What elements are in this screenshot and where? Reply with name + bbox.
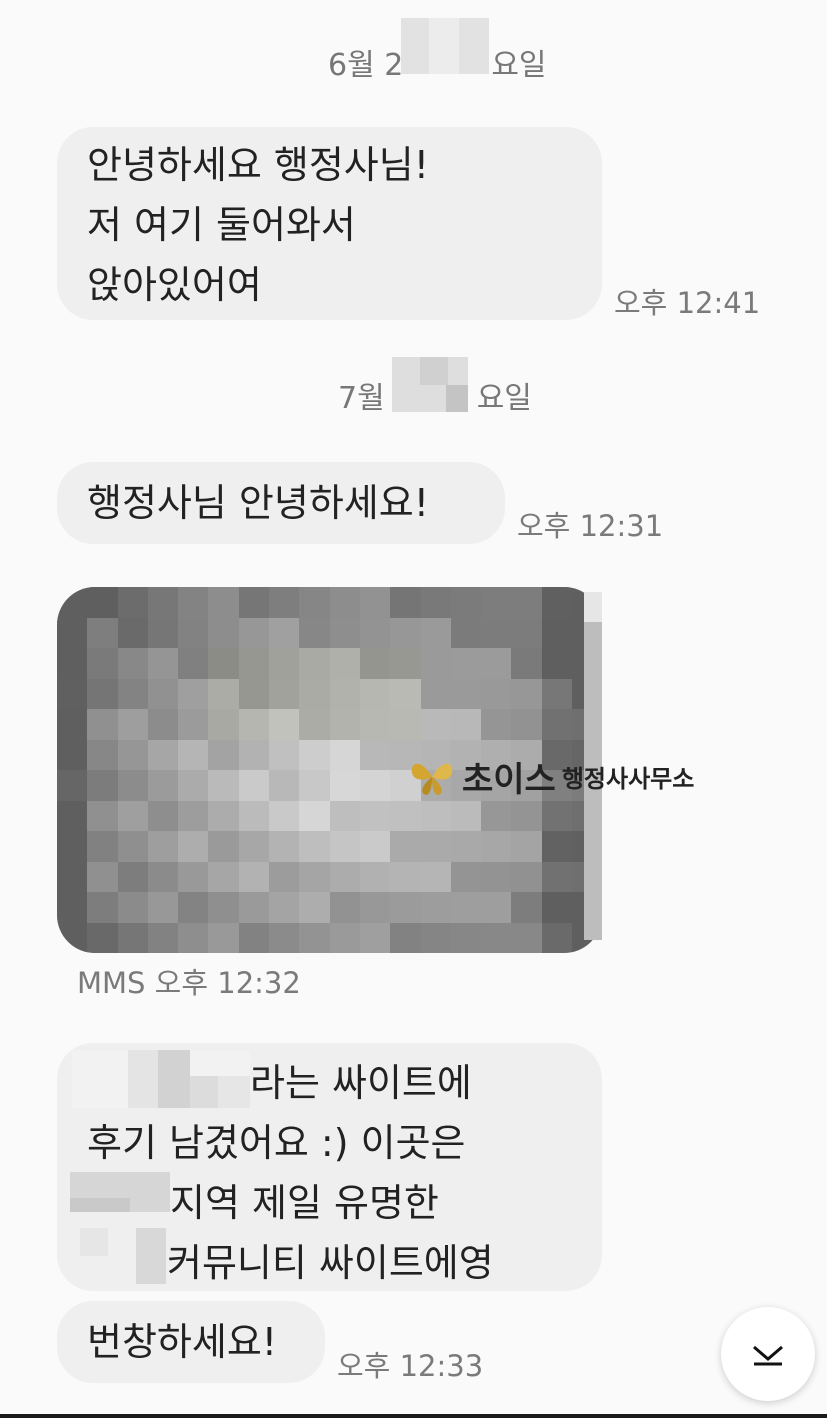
chat-screen: 6월 2 요일 안녕하세요 행정사님! 저 여기 둘어와서 앉아있어여 오후 12… (0, 0, 827, 1418)
butterfly-icon (411, 763, 453, 795)
message-line: 후기 남겼어요 :) 이곳은 (87, 1121, 466, 1165)
message-bubble[interactable]: 행정사님 안녕하세요! (57, 462, 505, 544)
message-line: 행정사님 안녕하세요! (87, 481, 429, 525)
message-time: 오후 12:41 (614, 286, 761, 320)
redacted-text (190, 1076, 218, 1108)
date-prefix: 7월 (338, 381, 385, 416)
watermark-subtitle: 행정사사무소 (561, 765, 695, 793)
date-prefix: 6월 2 (328, 48, 404, 83)
redacted-date-part (420, 357, 448, 385)
redacted-text (128, 1050, 158, 1108)
redacted-text (80, 1228, 108, 1256)
redacted-text (70, 1198, 130, 1212)
redacted-text (218, 1076, 250, 1108)
redacted-text (158, 1050, 190, 1108)
image-edge-light (584, 592, 602, 622)
scroll-to-bottom-button[interactable] (721, 1307, 815, 1401)
message-bubble[interactable]: 안녕하세요 행정사님! 저 여기 둘어와서 앉아있어여 (57, 127, 602, 320)
redacted-date-part (429, 18, 459, 74)
date-suffix: 요일 (491, 48, 547, 83)
bottom-divider (0, 1414, 827, 1418)
message-line: 저 여기 둘어와서 (87, 203, 356, 247)
date-suffix: 요일 (476, 381, 532, 416)
watermark: 초이스 행정사사무소 (408, 752, 694, 801)
watermark-brand: 초이스 (462, 760, 556, 800)
message-bubble[interactable]: 번창하세요! (57, 1301, 325, 1383)
mms-time: MMS 오후 12:32 (77, 966, 301, 1000)
message-time: 오후 12:33 (337, 1349, 484, 1383)
message-line: 앉아있어여 (87, 263, 262, 307)
message-time: 오후 12:31 (517, 509, 664, 543)
message-line: 번창하세요! (87, 1320, 278, 1364)
message-line: 안녕하세요 행정사님! (87, 143, 429, 187)
chevron-down-icon (753, 1345, 783, 1366)
redacted-date-part (446, 385, 468, 412)
redacted-text (136, 1228, 166, 1284)
